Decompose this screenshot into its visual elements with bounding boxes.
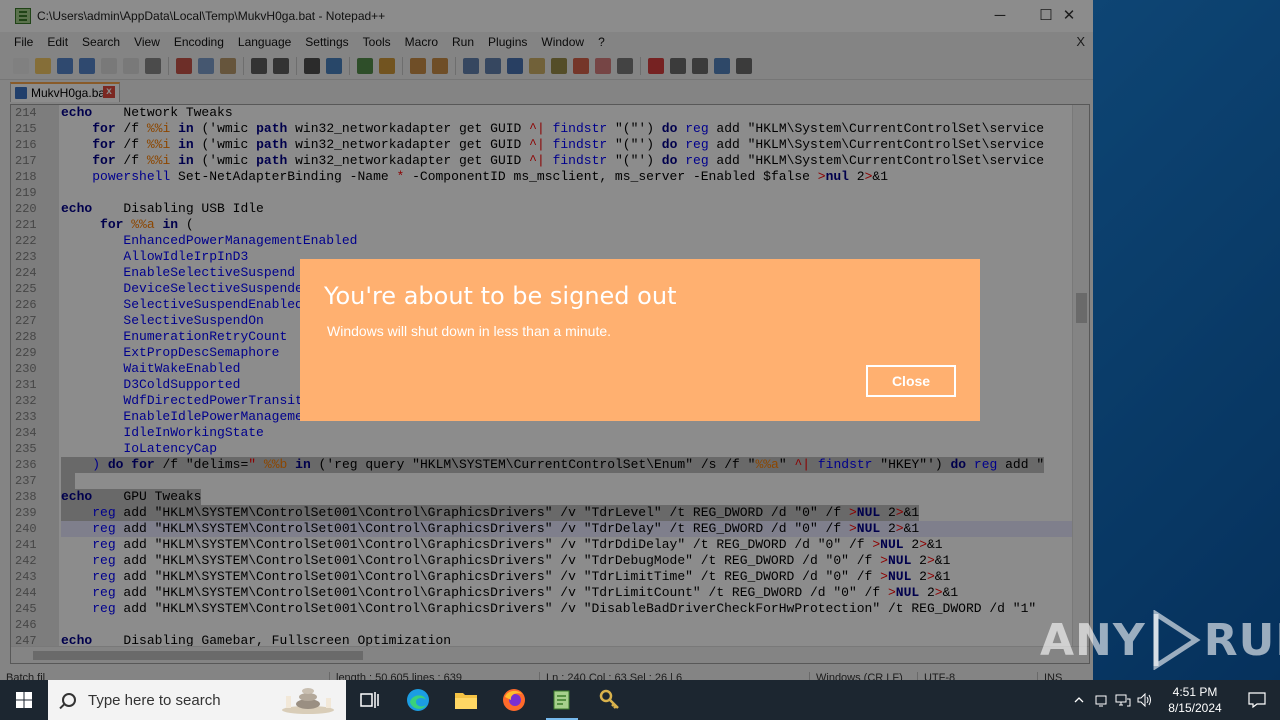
clock[interactable]: 4:51 PM 8/15/2024	[1156, 684, 1234, 716]
volume-button[interactable]	[1134, 680, 1156, 720]
search-placeholder: Type here to search	[88, 691, 221, 709]
keys-app-icon	[599, 689, 619, 709]
signout-dialog: You're about to be signed out Windows wi…	[300, 259, 980, 421]
windows-logo-icon	[16, 692, 32, 708]
taskbar-search-box[interactable]: Type here to search	[48, 680, 346, 720]
tray-device-button[interactable]	[1090, 680, 1112, 720]
search-icon	[62, 693, 76, 707]
file-explorer-button[interactable]	[442, 680, 490, 720]
file-explorer-icon	[455, 693, 477, 709]
play-logo-icon	[1153, 610, 1201, 670]
task-view-icon	[360, 692, 379, 708]
watermark-right: RUN	[1203, 614, 1280, 666]
edge-button[interactable]	[394, 680, 442, 720]
anyrun-watermark: ANY RUN	[1040, 608, 1280, 672]
dialog-message: Windows will shut down in less than a mi…	[327, 323, 612, 339]
edge-icon	[407, 689, 429, 711]
close-button[interactable]: Close	[866, 365, 956, 397]
taskbar: Type here to search 4:51 PM 8/15/2024	[0, 680, 1280, 720]
notepadpp-taskbar-button[interactable]	[538, 680, 586, 720]
speaker-icon	[1137, 693, 1151, 707]
clock-date: 8/15/2024	[1168, 701, 1222, 715]
start-button[interactable]	[0, 680, 48, 720]
notepadplusplus-icon	[553, 690, 570, 710]
system-tray: 4:51 PM 8/15/2024	[1068, 680, 1280, 720]
dialog-title: You're about to be signed out	[324, 282, 677, 310]
keys-app-button[interactable]	[586, 680, 634, 720]
network-icon	[1115, 694, 1131, 707]
show-hidden-icons-button[interactable]	[1068, 680, 1090, 720]
clock-time: 4:51 PM	[1172, 685, 1218, 699]
firefox-button[interactable]	[490, 680, 538, 720]
chevron-up-icon	[1074, 697, 1084, 703]
search-highlight-image	[282, 688, 334, 714]
device-icon	[1095, 695, 1107, 707]
firefox-icon	[503, 689, 525, 711]
action-center-button[interactable]	[1234, 680, 1280, 720]
notification-icon	[1248, 692, 1266, 708]
watermark-left: ANY	[1040, 614, 1146, 666]
network-button[interactable]	[1112, 680, 1134, 720]
task-view-button[interactable]	[346, 680, 394, 720]
